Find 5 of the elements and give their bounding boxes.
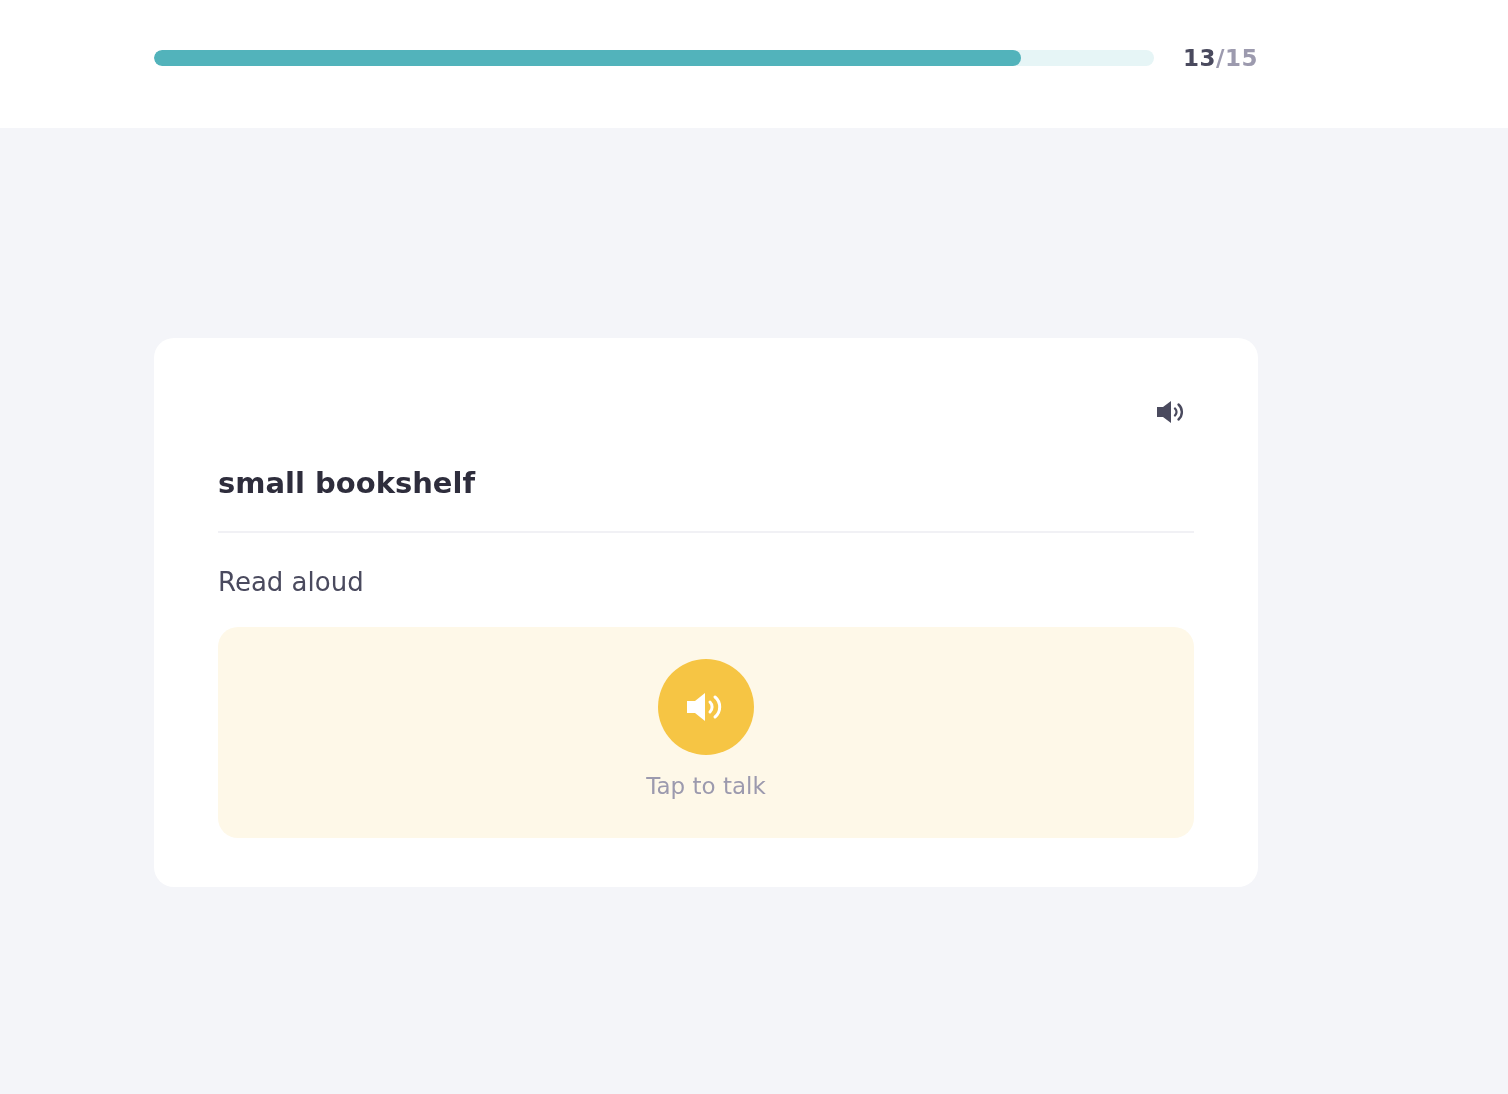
speaker-icon[interactable] [1156, 400, 1186, 424]
progress-counter: 13/15 [1183, 44, 1258, 73]
instruction-text: Read aloud [218, 566, 365, 598]
talk-prompt: Tap to talk [646, 773, 766, 801]
term-text: small bookshelf [218, 466, 477, 501]
